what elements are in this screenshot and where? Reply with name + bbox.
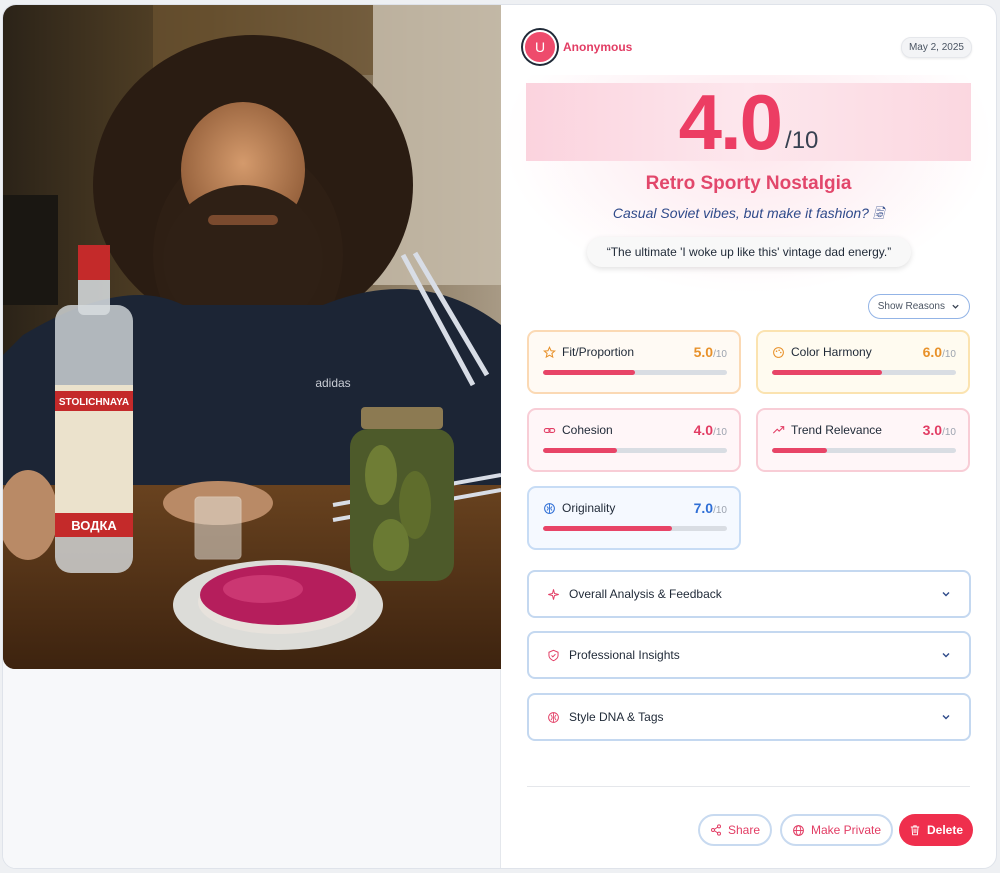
result-card: adidas STOLICHNAYA ВОДКА U Anonymous May… [2,4,997,869]
score-max: /10 [785,127,819,154]
metric-score: 7.0/10 [693,500,727,516]
metric-bar [543,448,727,453]
metric-score: 6.0/10 [922,344,956,360]
share-label: Share [728,823,761,837]
overall-score: 4.0 /10 [526,83,971,161]
delete-label: Delete [927,823,964,837]
metric-card-originality: Originality 7.0/10 [527,486,741,550]
metric-score: 3.0/10 [922,422,956,438]
metric-label: Fit/Proportion [562,345,635,359]
globe-icon [793,824,804,836]
section-professional-insights[interactable]: Professional Insights [527,631,971,679]
star-icon [543,345,556,358]
show-reasons-label: Show Reasons [877,301,945,312]
score-value: 4.0 [678,78,783,166]
sparkles-icon [548,588,559,600]
section-overall-analysis[interactable]: Overall Analysis & Feedback [527,570,971,618]
metric-score: 4.0/10 [693,422,727,438]
bottle-label-vodka: ВОДКА [71,518,117,533]
metric-score: 5.0/10 [693,344,727,360]
metric-bar [543,370,727,375]
palette-icon [773,346,784,358]
lightbulb-icon [544,502,555,514]
actions-divider [527,786,970,787]
metric-bar [772,370,956,375]
date-badge: May 2, 2025 [900,36,972,58]
chevron-down-icon [942,715,950,720]
metric-label: Cohesion [562,423,613,437]
outfit-photo: adidas STOLICHNAYA ВОДКА [3,5,501,669]
section-label: Style DNA & Tags [569,710,664,724]
image-panel: adidas STOLICHNAYA ВОДКА [3,5,501,868]
chevron-down-icon [942,653,950,658]
metric-card-fit: Fit/Proportion 5.0/10 [527,330,741,394]
bottle-label-brand: STOLICHNAYA [59,397,129,408]
section-label: Professional Insights [569,648,680,662]
show-reasons-button[interactable]: Show Reasons [867,294,970,319]
dna-icon [548,711,559,723]
make-private-label: Make Private [811,823,882,837]
card-header: U Anonymous May 2, 2025 [523,29,972,65]
share-button[interactable]: Share [698,814,773,846]
style-subtitle: Casual Soviet vibes, but make it fashion… [612,205,885,221]
metric-card-color: Color Harmony 6.0/10 [756,330,970,394]
trending-up-icon [772,425,785,433]
section-style-dna[interactable]: Style DNA & Tags [527,693,971,741]
shield-icon [548,649,559,661]
metric-card-cohesion: Cohesion 4.0/10 [527,408,741,472]
user-name[interactable]: Anonymous [563,40,632,54]
link-icon [543,427,556,433]
user-info: U Anonymous [523,30,632,64]
chevron-down-icon [942,592,950,597]
avatar[interactable]: U [523,30,557,64]
verdict-quote: “The ultimate 'I woke up like this' vint… [587,237,911,267]
delete-button[interactable]: Delete [899,814,974,846]
section-label: Overall Analysis & Feedback [569,587,722,601]
metric-bar [772,448,956,453]
share-icon [711,824,721,836]
make-private-button[interactable]: Make Private [780,814,894,846]
metric-label: Originality [562,501,616,515]
chevron-down-icon [952,304,959,309]
metric-card-trend: Trend Relevance 3.0/10 [756,408,970,472]
style-title: Retro Sporty Nostalgia [645,173,852,194]
metric-label: Trend Relevance [791,423,882,437]
metric-bar [543,526,727,531]
metric-label: Color Harmony [791,345,872,359]
trash-icon [910,825,920,836]
jacket-logo-text: adidas [315,376,350,390]
details-panel: U Anonymous May 2, 2025 4.0 /10 Retro Sp… [501,5,996,868]
